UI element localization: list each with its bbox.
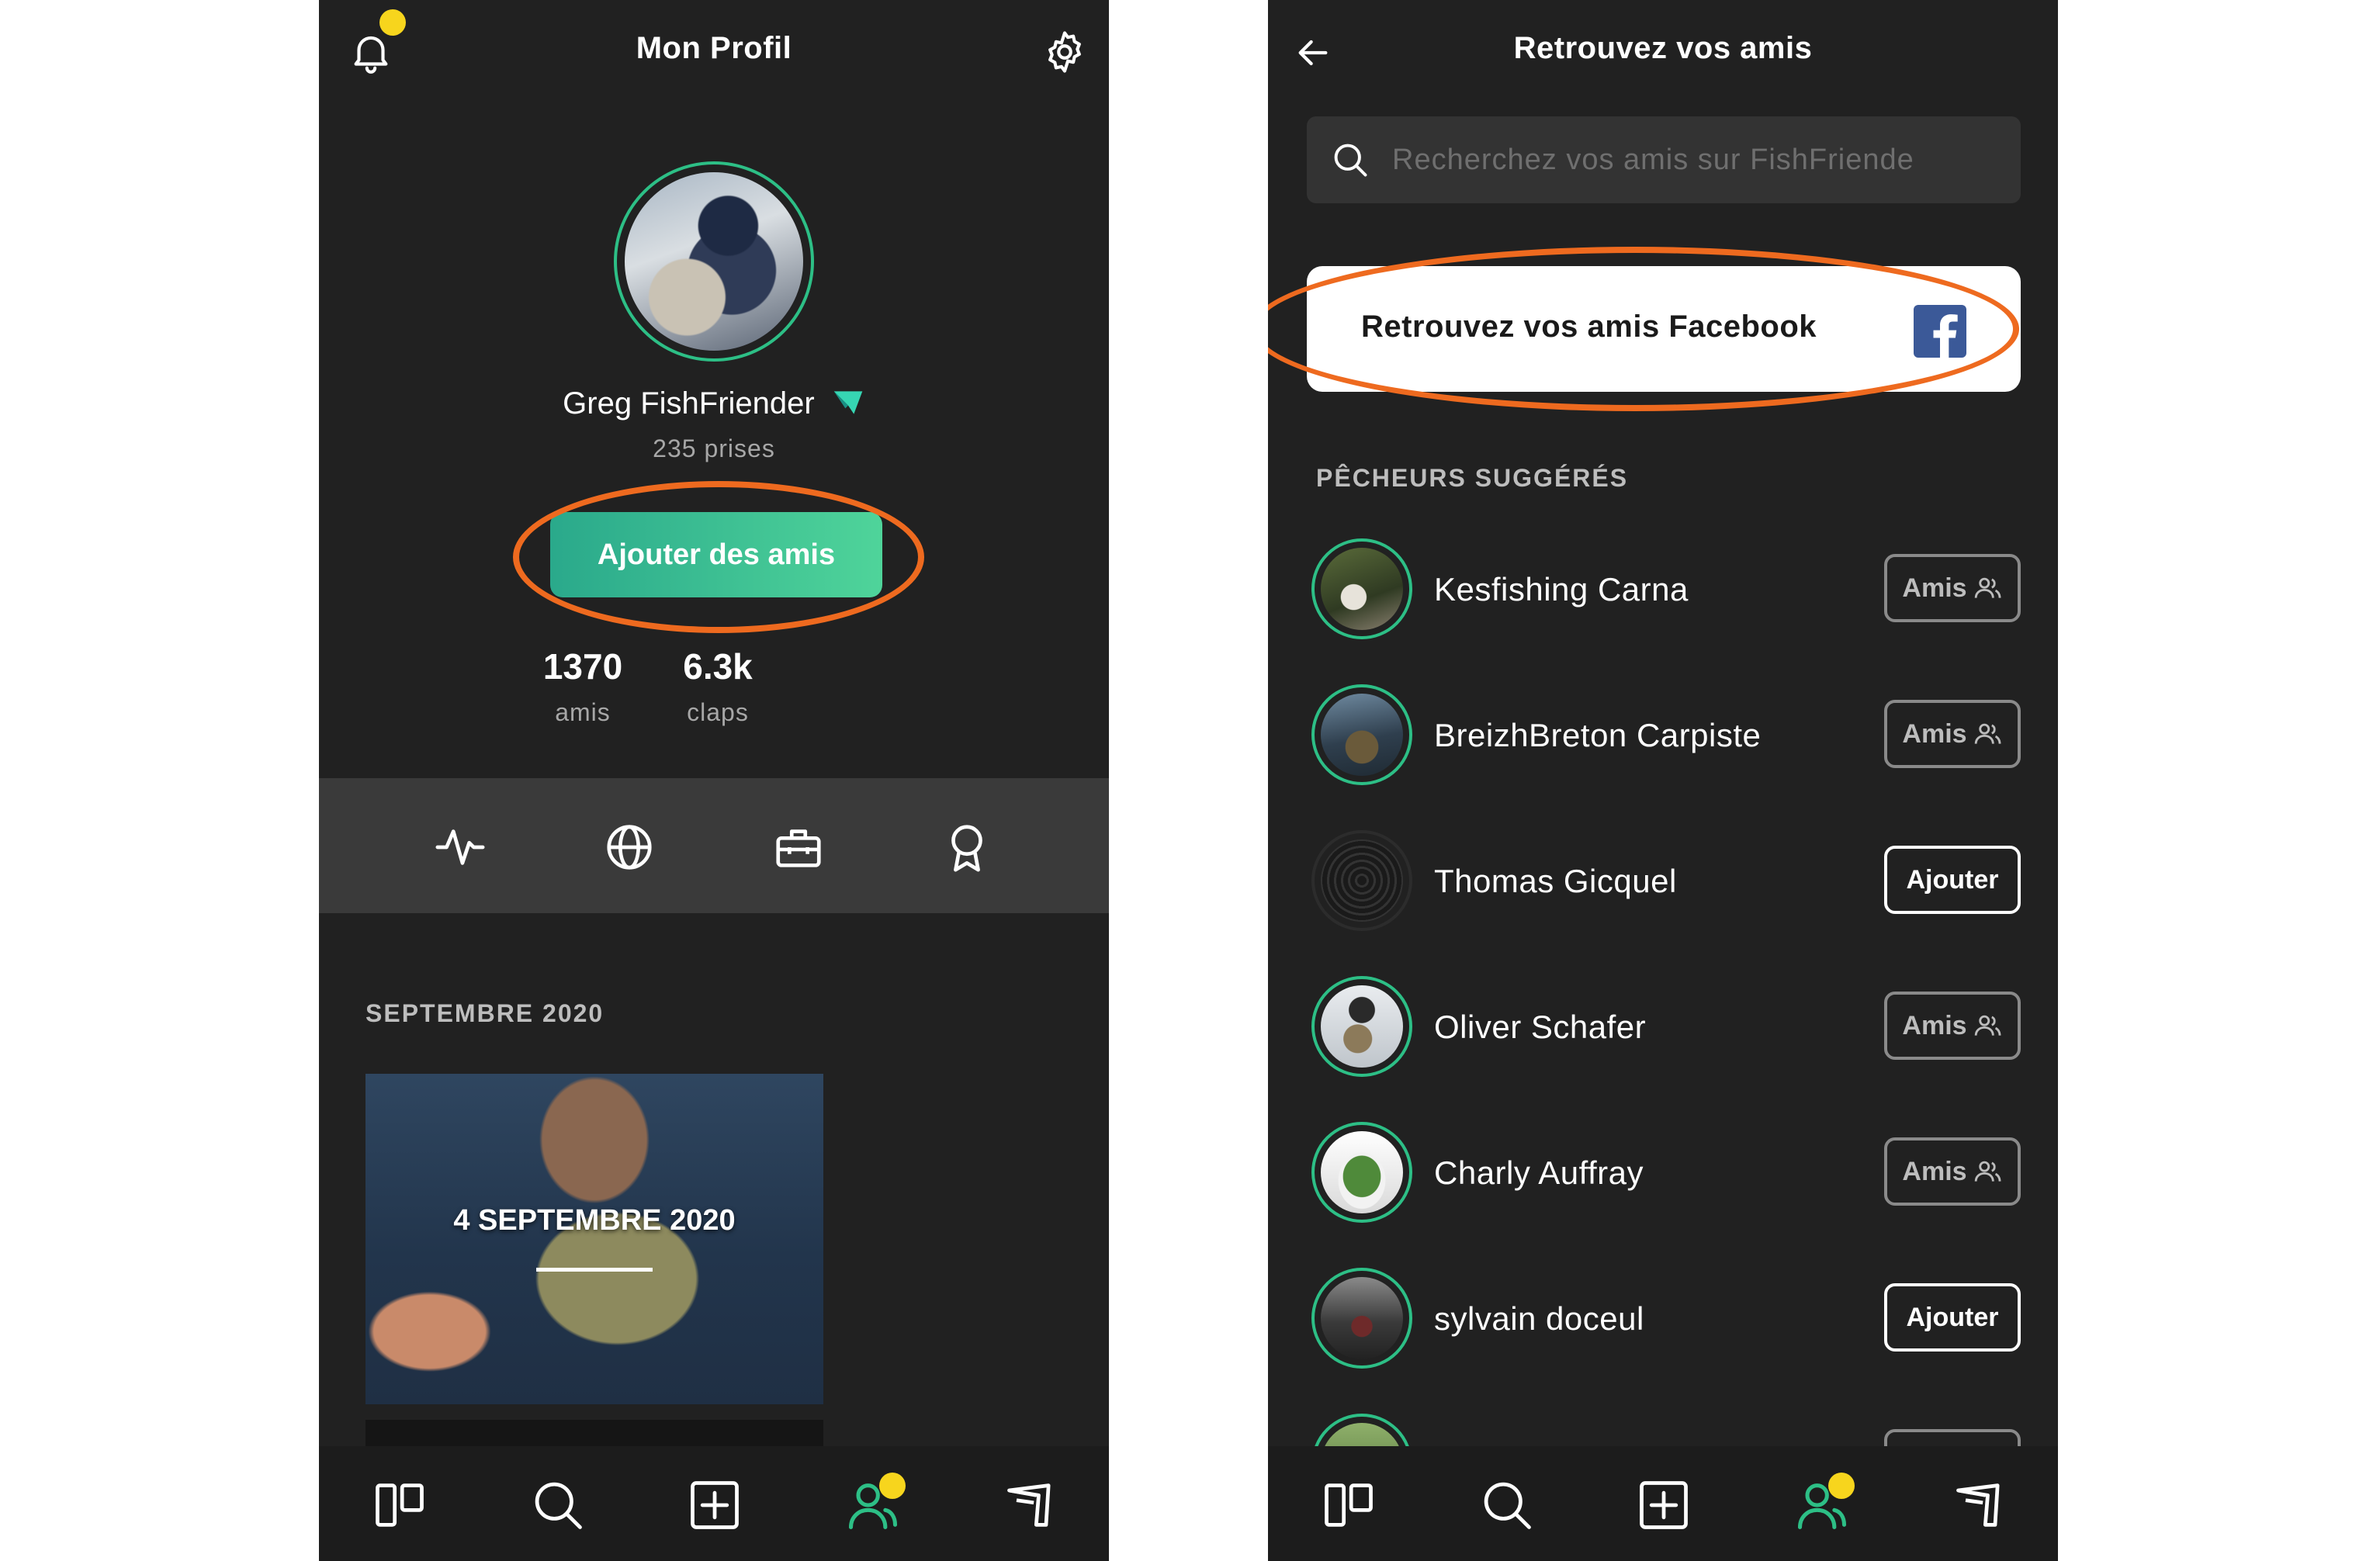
add-post-icon[interactable] xyxy=(685,1476,744,1535)
bottom-nav xyxy=(1268,1446,2058,1561)
profile-name-row: Greg FishFriender xyxy=(319,386,1109,421)
search-input[interactable] xyxy=(1392,116,1997,203)
button-label: Ajouter xyxy=(1906,1302,1999,1332)
suggested-fisher-row[interactable]: Kesfishing Carna Amis xyxy=(1307,538,2021,646)
divider xyxy=(536,1268,653,1272)
button-label: Amis xyxy=(1902,1156,1967,1186)
award-icon[interactable] xyxy=(940,820,994,874)
suggested-fisher-row[interactable]: sylvain doceul Ajouter xyxy=(1307,1268,2021,1375)
stat-label: amis xyxy=(555,698,611,726)
suggested-fisher-row[interactable]: Thomas Gicquel Ajouter xyxy=(1307,830,2021,937)
stat-friends[interactable]: 1370 amis xyxy=(513,646,653,727)
facebook-icon xyxy=(1914,305,1966,358)
suggested-fisher-row[interactable]: Charly Auffray Amis xyxy=(1307,1122,2021,1229)
gear-icon[interactable] xyxy=(1041,28,1089,76)
activity-icon[interactable] xyxy=(433,820,487,874)
button-label: Amis xyxy=(1902,718,1967,749)
suggested-fisher-row[interactable]: Oliver Schafer Amis xyxy=(1307,976,2021,1083)
catch-count: 235 prises xyxy=(653,434,775,462)
friends-status-button[interactable]: Amis xyxy=(1884,992,2021,1060)
button-label: Ajouter xyxy=(1906,864,1999,895)
fishfriender-badge-icon xyxy=(831,386,865,420)
friends-status-button[interactable]: Amis xyxy=(1884,700,2021,768)
shop-icon[interactable] xyxy=(1951,1476,2010,1535)
feed-card[interactable]: 4 SEPTEMBRE 2020 xyxy=(365,1074,823,1404)
feed-icon[interactable] xyxy=(370,1476,429,1535)
profile-name: Greg FishFriender xyxy=(563,386,815,421)
search-icon xyxy=(1330,140,1370,180)
button-label: Amis xyxy=(1902,1010,1967,1040)
feed-icon[interactable] xyxy=(1319,1476,1378,1535)
search-icon[interactable] xyxy=(528,1476,587,1535)
friends-status-button[interactable]: Amis xyxy=(1884,554,2021,622)
tackle-box-icon[interactable] xyxy=(771,820,826,874)
search-icon[interactable] xyxy=(1478,1476,1536,1535)
stat-value: 6.3k xyxy=(683,646,753,687)
friends-icon xyxy=(1973,1157,2003,1186)
avatar xyxy=(1311,684,1412,785)
section-title: PÊCHEURS SUGGÉRÉS xyxy=(1316,464,1629,492)
stat-claps[interactable]: 6.3k claps xyxy=(648,646,788,727)
notification-badge xyxy=(879,1473,906,1499)
section-title: SEPTEMBRE 2020 xyxy=(365,999,605,1027)
suggested-fisher-row[interactable]: BreizhBreton Carpiste Amis xyxy=(1307,684,2021,791)
avatar xyxy=(1311,1268,1412,1369)
fisher-name: Charly Auffray xyxy=(1434,1154,1644,1191)
find-facebook-friends-button[interactable]: Retrouvez vos amis Facebook xyxy=(1307,266,2021,392)
friends-icon xyxy=(1973,573,2003,603)
bottom-nav xyxy=(319,1446,1109,1561)
stat-label: claps xyxy=(687,698,749,726)
avatar xyxy=(1311,538,1412,639)
stat-value: 1370 xyxy=(542,646,623,687)
feed-card-date: 4 SEPTEMBRE 2020 xyxy=(453,1204,736,1237)
friends-icon xyxy=(1973,719,2003,749)
profile-header: Mon Profil xyxy=(319,0,1109,105)
avatar xyxy=(1311,1122,1412,1223)
friends-status-button[interactable]: Amis xyxy=(1884,1137,2021,1206)
page-title: Retrouvez vos amis xyxy=(1513,31,1813,65)
fisher-name: BreizhBreton Carpiste xyxy=(1434,717,1762,753)
fisher-name: sylvain doceul xyxy=(1434,1300,1644,1337)
friends-icon xyxy=(1973,1011,2003,1040)
find-friends-screen: Retrouvez vos amis Retrouvez vos amis Fa… xyxy=(1268,0,2058,1561)
add-friends-button[interactable]: Ajouter des amis xyxy=(550,512,882,597)
shop-icon[interactable] xyxy=(1002,1476,1061,1535)
add-friend-button[interactable]: Ajouter xyxy=(1884,1283,2021,1352)
fisher-name: Oliver Schafer xyxy=(1434,1009,1647,1045)
button-label: Amis xyxy=(1902,573,1967,603)
notification-badge xyxy=(1828,1473,1855,1499)
facebook-button-label: Retrouvez vos amis Facebook xyxy=(1361,310,1817,344)
fisher-name: Kesfishing Carna xyxy=(1434,571,1689,607)
page-title: Mon Profil xyxy=(636,31,792,65)
avatar xyxy=(1311,976,1412,1077)
fisher-name: Thomas Gicquel xyxy=(1434,863,1677,899)
find-friends-header: Retrouvez vos amis xyxy=(1268,0,2058,105)
profile-screen: Mon Profil Greg FishFriender 235 prises … xyxy=(319,0,1109,1561)
avatar xyxy=(1311,830,1412,931)
globe-icon[interactable] xyxy=(602,820,656,874)
profile-avatar[interactable] xyxy=(614,161,814,362)
avatar-photo xyxy=(625,172,803,351)
add-post-icon[interactable] xyxy=(1634,1476,1693,1535)
add-friend-button[interactable]: Ajouter xyxy=(1884,846,2021,914)
profile-tab-strip xyxy=(319,778,1109,913)
search-bar[interactable] xyxy=(1307,116,2021,203)
